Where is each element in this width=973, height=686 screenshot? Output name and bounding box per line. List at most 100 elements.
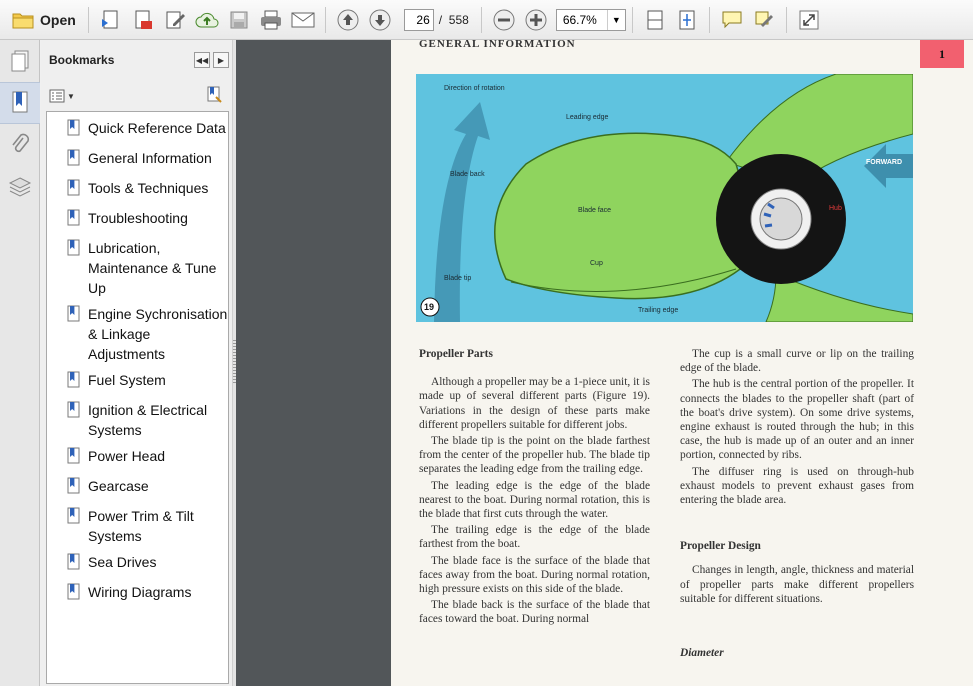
bookmark-item-icon xyxy=(67,305,83,328)
zoom-select[interactable]: 66.7% ▼ xyxy=(555,8,626,31)
label-blade-face: Blade face xyxy=(578,207,611,214)
highlighter-icon xyxy=(755,11,773,27)
paragraph: The blade face is the surface of the bla… xyxy=(419,554,650,596)
bookmark-item-icon xyxy=(67,119,83,142)
bookmark-item[interactable]: Sea Drives xyxy=(47,550,228,580)
bookmark-item-label: Tools & Techniques xyxy=(88,180,209,196)
save-button[interactable] xyxy=(226,7,252,33)
bookmark-item-label: Ignition & Electrical Systems xyxy=(88,402,208,438)
paragraph: The diffuser ring is used on through-hub… xyxy=(680,465,914,507)
bookmark-item-label: Gearcase xyxy=(88,478,149,494)
toolbar-separator xyxy=(324,6,326,33)
panel-header: Bookmarks ◀◀ ▶ xyxy=(41,40,232,80)
bookmark-item-label: Wiring Diagrams xyxy=(88,584,192,600)
bookmark-item-icon xyxy=(67,149,83,172)
options-icon xyxy=(49,89,65,103)
pdf-page: GENERAL INFORMATION 1 Direction of rotat… xyxy=(391,40,973,686)
print-button[interactable] xyxy=(258,7,284,33)
bookmark-item[interactable]: General Information xyxy=(47,146,228,176)
panel-tools: ▼ xyxy=(41,80,232,112)
heading-diameter: Diameter xyxy=(680,647,724,660)
options-menu-button[interactable]: ▼ xyxy=(49,89,75,103)
label-cup: Cup xyxy=(590,260,603,267)
document-viewport[interactable]: GENERAL INFORMATION 1 Direction of rotat… xyxy=(236,40,973,686)
left-text-column: Propeller Parts Although a propeller may… xyxy=(419,347,650,629)
page-thumbnails-button[interactable] xyxy=(0,40,40,82)
toolbar-separator xyxy=(785,6,787,33)
bookmark-item-label: Fuel System xyxy=(88,372,166,388)
bookmarks-panel: Bookmarks ◀◀ ▶ ▼ Quick Reference Data Gen… xyxy=(41,40,232,686)
find-bookmark-button[interactable] xyxy=(206,85,224,108)
toolbar-separator xyxy=(631,6,633,33)
previous-page-button[interactable] xyxy=(335,7,361,33)
bookmark-item-icon xyxy=(67,239,83,262)
bookmarks-tab-button[interactable] xyxy=(0,82,40,124)
open-button[interactable]: Open xyxy=(6,5,82,35)
edit-pdf-button[interactable] xyxy=(162,7,188,33)
collapse-panel-button[interactable]: ◀◀ xyxy=(194,52,210,68)
right-text-column: The cup is a small curve or lip on the t… xyxy=(680,347,914,660)
bookmark-item[interactable]: Ignition & Electrical Systems xyxy=(47,398,228,444)
paperclip-icon xyxy=(12,133,30,153)
paragraph: The blade back is the surface of the bla… xyxy=(419,599,650,626)
cloud-upload-icon xyxy=(195,12,219,27)
comment-button[interactable] xyxy=(719,7,745,33)
bookmark-item-label: General Information xyxy=(88,150,212,166)
page-number-input[interactable]: 26 xyxy=(403,8,434,31)
export-pdf-button[interactable] xyxy=(130,7,156,33)
layers-button[interactable] xyxy=(0,166,40,208)
main-toolbar: Open 26 / 558 66.7% ▼ xyxy=(0,0,973,40)
bookmark-item-icon xyxy=(67,583,83,606)
bookmark-item[interactable]: Tools & Techniques xyxy=(47,176,228,206)
panel-menu-button[interactable]: ▶ xyxy=(213,52,229,68)
bookmark-item[interactable]: Gearcase xyxy=(47,474,228,504)
page-total: / 558 xyxy=(439,13,469,27)
create-pdf-button[interactable] xyxy=(98,7,124,33)
next-page-button[interactable] xyxy=(367,7,393,33)
toolbar-separator xyxy=(87,6,89,33)
bookmark-item[interactable]: Fuel System xyxy=(47,368,228,398)
plus-circle-icon xyxy=(525,9,547,30)
paragraph: The blade tip is the point on the blade … xyxy=(419,435,650,476)
heading-propeller-design: Propeller Design xyxy=(680,540,761,553)
paragraph: The leading edge is the edge of the blad… xyxy=(419,479,650,521)
bookmark-item-icon xyxy=(67,553,83,576)
arrow-up-circle-icon xyxy=(337,9,359,30)
bookmark-item[interactable]: Wiring Diagrams xyxy=(47,580,228,610)
pages-icon xyxy=(11,50,29,72)
bookmark-item[interactable]: Quick Reference Data xyxy=(47,116,228,146)
zoom-in-button[interactable] xyxy=(523,7,549,33)
bookmark-item[interactable]: Lubrication, Maintenance & Tune Up xyxy=(47,236,228,302)
label-forward: FORWARD xyxy=(866,159,902,166)
bookmark-item-icon xyxy=(67,401,83,424)
dropdown-arrow-icon: ▼ xyxy=(67,91,75,101)
navigation-rail xyxy=(0,40,40,686)
paragraph: The cup is a small curve or lip on the t… xyxy=(680,348,914,375)
highlight-button[interactable] xyxy=(751,7,777,33)
bookmark-item[interactable]: Power Head xyxy=(47,444,228,474)
bookmark-item[interactable]: Power Trim & Tilt Systems xyxy=(47,504,228,550)
zoom-out-button[interactable] xyxy=(491,7,517,33)
full-screen-button[interactable] xyxy=(796,7,822,33)
fit-page-button[interactable] xyxy=(674,7,700,33)
arrow-down-circle-icon xyxy=(369,9,391,30)
shaft-splines xyxy=(759,197,803,241)
envelope-icon xyxy=(291,12,315,27)
fit-width-button[interactable] xyxy=(642,7,668,33)
paragraph: Changes in length, angle, thickness and … xyxy=(680,564,914,605)
open-label: Open xyxy=(40,11,76,28)
bookmark-item-label: Power Head xyxy=(88,448,166,464)
label-hub: Hub xyxy=(829,205,842,212)
comment-icon xyxy=(722,11,742,28)
upload-button[interactable] xyxy=(194,7,220,33)
email-button[interactable] xyxy=(290,7,316,33)
attachments-button[interactable] xyxy=(0,124,40,166)
bookmark-item-icon xyxy=(67,179,83,202)
chevron-down-icon[interactable]: ▼ xyxy=(606,9,625,30)
fit-width-icon xyxy=(647,10,663,29)
bookmark-item[interactable]: Engine Sychronisation & Linkage Adjustme… xyxy=(47,302,228,368)
bookmark-item[interactable]: Troubleshooting xyxy=(47,206,228,236)
propeller-figure: Direction of rotation Leading edge Blade… xyxy=(416,74,913,322)
label-blade-back: Blade back xyxy=(450,171,485,178)
minus-circle-icon xyxy=(493,9,515,30)
